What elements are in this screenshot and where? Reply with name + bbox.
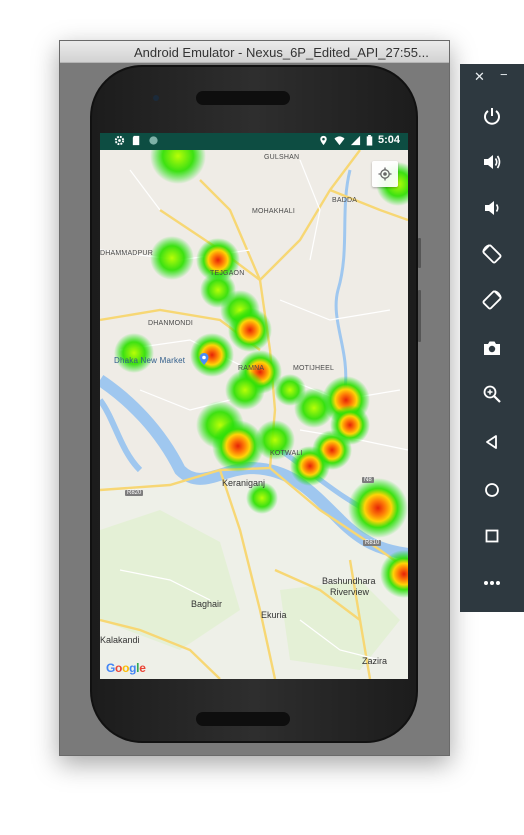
minimize-button[interactable]: −	[500, 67, 508, 82]
map-label-mohakhali: MOHAKHALI	[252, 208, 296, 215]
map-label-keraniganj: Keraniganj	[222, 478, 266, 488]
map-label-tejgaon: TEJGAON	[210, 270, 245, 277]
camera-icon	[484, 341, 500, 355]
map-label-bashundhara: Bashundhara	[322, 576, 376, 586]
rotate-right-button[interactable]	[476, 284, 508, 316]
location-pin-icon	[320, 135, 327, 145]
status-time: 5:04	[377, 134, 400, 146]
wifi-icon	[334, 135, 345, 145]
overview-button[interactable]	[476, 520, 508, 552]
map-label-kotwali: KOTWALI	[270, 450, 303, 457]
rotate-right-icon	[482, 290, 502, 310]
back-icon	[486, 435, 497, 449]
road-badge-r810: R810	[363, 540, 382, 546]
emulator-control-panel: ✕ −	[460, 64, 524, 612]
map-label-gulshan: GULSHAN	[264, 154, 300, 161]
map-label-baghair: Baghair	[191, 599, 223, 609]
map-canvas	[100, 133, 408, 679]
home-button[interactable]	[476, 474, 508, 506]
home-icon	[485, 483, 499, 497]
map-pin-icon[interactable]	[199, 353, 209, 365]
sd-card-icon	[132, 135, 140, 146]
rotate-left-button[interactable]	[476, 238, 508, 270]
window-title: Android Emulator - Nexus_6P_Edited_API_2…	[134, 45, 429, 60]
map-label-ekuria: Ekuria	[261, 610, 287, 620]
signal-icon	[350, 135, 361, 145]
rotate-left-icon	[482, 244, 502, 264]
more-icon	[484, 581, 500, 585]
map-label-riverview: Riverview	[330, 587, 370, 597]
power-icon	[484, 108, 500, 125]
front-camera	[153, 95, 159, 101]
desktop: Android Emulator - Nexus_6P_Edited_API_2…	[0, 0, 524, 835]
volume-up-icon	[484, 155, 501, 169]
map-view[interactable]: GULSHAN MOHAKHALI BADDA DHAMMADPUR TEJGA…	[100, 133, 408, 679]
volume-down-button[interactable]	[476, 192, 508, 224]
close-button[interactable]: ✕	[474, 69, 485, 85]
settings-icon	[114, 135, 125, 146]
more-button[interactable]	[476, 567, 508, 599]
map-label-dhaka-new-market: Dhaka New Market	[114, 356, 186, 365]
map-label-badda: BADDA	[332, 197, 358, 204]
phone-power-button[interactable]	[418, 238, 421, 268]
power-button[interactable]	[476, 100, 508, 132]
road-badge-n8: N8	[362, 477, 374, 483]
map-label-kalakandi: Kalakandi	[100, 635, 140, 645]
zoom-button[interactable]	[476, 378, 508, 410]
road-badge-r820: R820	[125, 490, 144, 496]
map-label-ramna: RAMNA	[238, 365, 265, 372]
battery-icon	[366, 134, 373, 146]
map-label-zazira: Zazira	[362, 656, 388, 666]
zoom-icon	[483, 385, 501, 403]
volume-up-button[interactable]	[476, 146, 508, 178]
overview-icon	[485, 529, 499, 543]
panel-header: ✕ −	[460, 64, 524, 90]
my-location-icon	[378, 167, 392, 181]
screenshot-button[interactable]	[476, 332, 508, 364]
back-button[interactable]	[476, 426, 508, 458]
map-label-motijheel: MOTIJHEEL	[293, 365, 335, 372]
circle-icon	[149, 136, 158, 145]
window-titlebar[interactable]: Android Emulator - Nexus_6P_Edited_API_2…	[60, 41, 449, 63]
phone-speaker-bottom	[196, 712, 290, 726]
google-logo: Google	[106, 661, 146, 675]
volume-down-icon	[485, 201, 499, 215]
map-label-dhanmondi: DHANMONDI	[148, 320, 193, 327]
my-location-button[interactable]	[372, 161, 398, 187]
status-bar: 5:04	[100, 133, 408, 150]
map-label-dhammadpur: DHAMMADPUR	[100, 250, 153, 257]
phone-speaker-top	[196, 91, 290, 105]
phone-volume-rocker[interactable]	[418, 290, 421, 342]
phone-screen: 5:04 GULSHAN MOHAKHALI BADDA DHAMMADPUR …	[100, 133, 408, 679]
